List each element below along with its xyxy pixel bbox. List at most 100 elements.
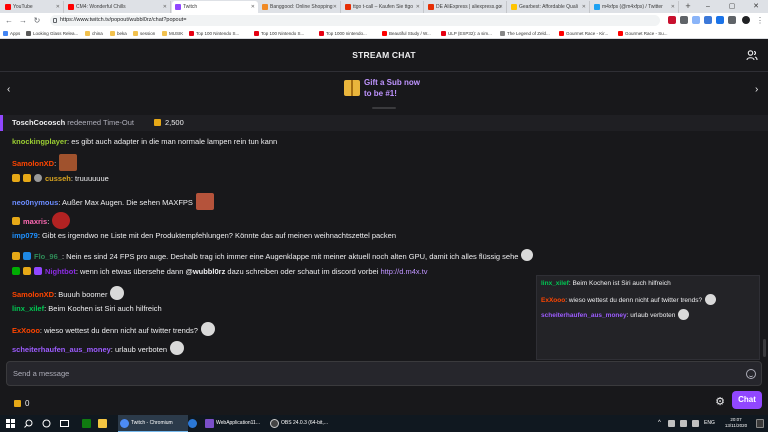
taskbar-app-visual-studio[interactable]: WebApplication11... bbox=[203, 415, 265, 432]
file-explorer-icon[interactable] bbox=[98, 419, 107, 428]
tab-aliexpress[interactable]: DE AliExpress | aliexpress.go ✕ bbox=[425, 1, 507, 13]
tab-twitch[interactable]: Twitch ✕ bbox=[172, 1, 258, 13]
emote-picker-icon[interactable] bbox=[746, 369, 756, 379]
username[interactable]: ExXooo bbox=[12, 326, 40, 335]
username[interactable]: SamolonXD bbox=[12, 159, 54, 168]
new-tab-button[interactable]: + bbox=[683, 0, 693, 13]
chevron-right-icon[interactable]: › bbox=[755, 84, 758, 95]
bookmark-item[interactable]: The Legend of Zeld... bbox=[500, 28, 556, 39]
menu-icon[interactable]: ⋮ bbox=[755, 15, 765, 26]
close-icon[interactable]: ✕ bbox=[416, 1, 420, 13]
chevron-left-icon[interactable]: ‹ bbox=[7, 84, 10, 95]
notification-icon[interactable] bbox=[756, 419, 764, 428]
minimize-button[interactable]: – bbox=[696, 0, 720, 13]
username[interactable]: linx_xilef bbox=[12, 304, 44, 313]
username[interactable]: SamolonXD bbox=[12, 290, 54, 299]
bookmark-item[interactable]: Gourmet Race - Kir... bbox=[559, 28, 615, 39]
tab-banggood[interactable]: Banggood: Online Shopping ✕ bbox=[259, 1, 341, 13]
taskbar-app-obs[interactable]: OBS 24.0.3 (64-bit,... bbox=[268, 415, 330, 432]
taskbar-app-edge[interactable] bbox=[186, 415, 200, 432]
bookmark-item[interactable]: MUSIK bbox=[162, 28, 186, 39]
battery-icon[interactable] bbox=[680, 420, 687, 427]
close-icon[interactable]: ✕ bbox=[499, 1, 503, 13]
network-icon[interactable] bbox=[668, 420, 675, 427]
close-window-button[interactable]: ✕ bbox=[744, 0, 768, 13]
aliexpress-icon bbox=[428, 4, 434, 10]
close-icon[interactable]: ✕ bbox=[251, 1, 255, 13]
volume-icon[interactable] bbox=[692, 420, 699, 427]
gear-icon[interactable]: ⚙ bbox=[714, 396, 726, 408]
start-button[interactable] bbox=[6, 415, 18, 432]
tab-aliexpress-ttgo[interactable]: ttgo t-call – Kaufen Sie ttgo ✕ bbox=[342, 1, 424, 13]
bookmark-item[interactable]: beka bbox=[110, 28, 130, 39]
extension-icon[interactable] bbox=[704, 16, 712, 24]
tray-chevron-icon[interactable]: ^ bbox=[658, 415, 666, 432]
bookmark-item[interactable]: Looking Glass Relea... bbox=[26, 28, 82, 39]
bookmark-item[interactable]: Top 1000 nintendo... bbox=[319, 28, 379, 39]
tab-cm4[interactable]: CM4: Wonderful Chills ✕ bbox=[65, 1, 171, 13]
username[interactable]: neo0nymous bbox=[12, 198, 58, 207]
chat-message-input[interactable] bbox=[13, 362, 733, 385]
username[interactable]: Nightbot bbox=[45, 267, 76, 276]
tab-title: Twitch bbox=[183, 4, 198, 10]
username[interactable]: maxris bbox=[23, 217, 47, 226]
discord-link[interactable]: http://d.m4x.tv bbox=[380, 267, 427, 276]
username[interactable]: cusseh bbox=[45, 174, 71, 183]
gift-sub-link[interactable]: Gift a Sub now to be #1! bbox=[364, 77, 420, 99]
username[interactable]: scheiterhaufen_aus_money bbox=[12, 345, 111, 354]
users-icon[interactable] bbox=[746, 49, 758, 61]
address-bar[interactable]: https://www.twitch.tv/popout/wubbl0rz/ch… bbox=[50, 15, 660, 26]
bits-count: 0 bbox=[25, 399, 30, 408]
search-button[interactable] bbox=[24, 415, 36, 432]
username[interactable]: knockingplayer bbox=[12, 137, 67, 146]
bookmark-item[interactable]: session bbox=[133, 28, 159, 39]
username[interactable]: Flo_96_ bbox=[34, 252, 62, 261]
cortana-button[interactable] bbox=[42, 415, 54, 432]
extension-icon[interactable] bbox=[728, 16, 736, 24]
extension-icon[interactable] bbox=[668, 16, 676, 24]
chat-message: SamolonXD: bbox=[12, 154, 78, 171]
taskbar-app-label: Twitch - Chromium bbox=[131, 420, 173, 426]
excel-icon[interactable] bbox=[82, 419, 91, 428]
profile-avatar[interactable] bbox=[742, 16, 750, 24]
tab-gearbest[interactable]: Gearbest: Affordable Quali ✕ bbox=[508, 1, 590, 13]
taskbar-clock[interactable]: 20:07 13/11/2020 bbox=[720, 417, 752, 429]
extension-icon[interactable] bbox=[680, 16, 688, 24]
extension-icon[interactable] bbox=[692, 16, 700, 24]
task-view-button[interactable] bbox=[60, 415, 72, 432]
forward-button[interactable]: → bbox=[18, 15, 28, 26]
mention[interactable]: @wubbl0rz bbox=[186, 267, 226, 276]
redeem-user[interactable]: ToschCocosch bbox=[12, 118, 65, 127]
username[interactable]: imp079 bbox=[12, 231, 38, 240]
close-icon[interactable]: ✕ bbox=[671, 1, 675, 13]
bookmark-item[interactable]: Top 100 Nintendo S... bbox=[254, 28, 316, 39]
bookmark-item[interactable]: Top 100 Nintendo S... bbox=[189, 28, 251, 39]
bookmark-item[interactable]: Gourmet Race - Su... bbox=[618, 28, 674, 39]
language-indicator[interactable]: ENG bbox=[704, 415, 718, 432]
tab-youtube[interactable]: YouTube ✕ bbox=[2, 1, 64, 13]
bookmark-icon bbox=[85, 31, 90, 36]
chat-send-button[interactable]: Chat bbox=[732, 391, 762, 409]
bits-badge-icon bbox=[23, 174, 31, 182]
close-icon[interactable]: ✕ bbox=[56, 1, 60, 13]
maximize-button[interactable]: ▢ bbox=[720, 0, 744, 13]
taskbar-app-chromium[interactable]: Twitch - Chromium bbox=[118, 415, 188, 432]
back-button[interactable]: ← bbox=[4, 15, 14, 26]
close-icon[interactable]: ✕ bbox=[333, 1, 337, 13]
bookmark-item[interactable]: Apps bbox=[3, 28, 23, 39]
chat-scrollbar[interactable] bbox=[763, 339, 766, 357]
bits-balance[interactable]: 0 bbox=[14, 399, 29, 408]
reload-button[interactable]: ↻ bbox=[32, 15, 42, 26]
close-icon[interactable]: ✕ bbox=[582, 1, 586, 13]
windows-icon bbox=[6, 419, 15, 428]
bookmark-label: Looking Glass Relea... bbox=[33, 31, 79, 36]
emote-image bbox=[52, 212, 71, 229]
bookmark-item[interactable]: Beautiful Study / W... bbox=[382, 28, 438, 39]
extension-icon[interactable] bbox=[716, 16, 724, 24]
visual-studio-icon bbox=[205, 419, 214, 428]
tab-twitter[interactable]: m4xfps (@m4xfps) / Twitter ✕ bbox=[591, 1, 679, 13]
emote-image bbox=[170, 341, 185, 355]
bookmark-item[interactable]: china bbox=[85, 28, 107, 39]
bookmark-item[interactable]: ULP (ESP32): a sim... bbox=[441, 28, 497, 39]
close-icon[interactable]: ✕ bbox=[163, 1, 167, 13]
